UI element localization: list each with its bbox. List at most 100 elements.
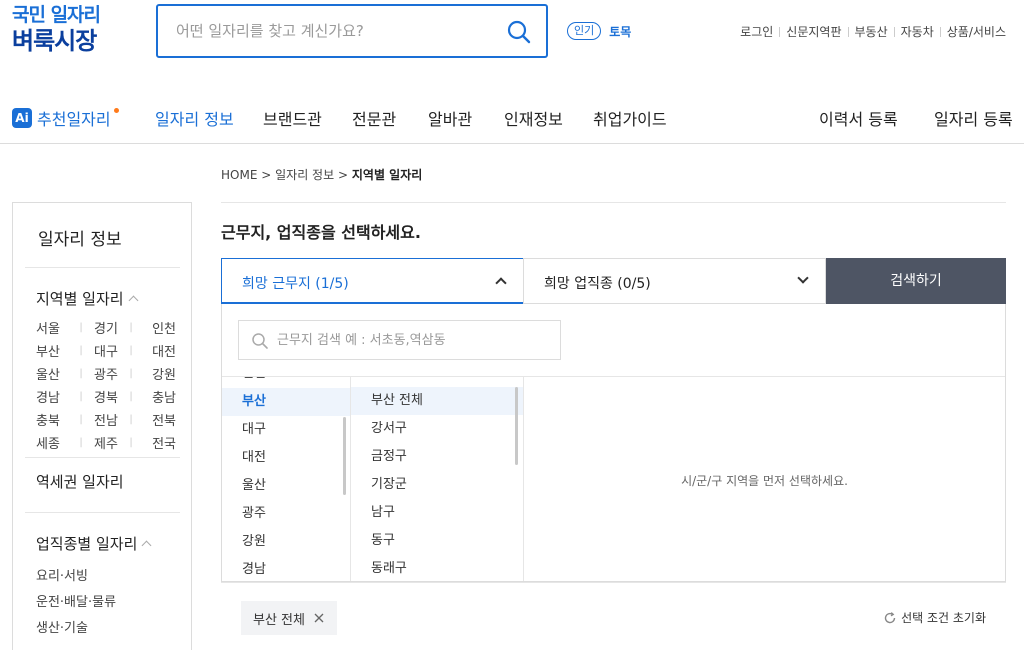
- region-link[interactable]: 광주: [86, 364, 126, 383]
- region-link[interactable]: 대전: [136, 341, 176, 360]
- occupation-link[interactable]: 운전·배달·물류: [36, 591, 116, 617]
- page-title: 근무지, 업직종을 선택하세요.: [221, 223, 421, 242]
- ai-icon: Ai: [12, 108, 32, 128]
- nav-ai-label: 추천일자리: [37, 110, 111, 129]
- region-link[interactable]: 울산: [36, 364, 76, 383]
- occupation-list: 요리·서빙 운전·배달·물류 생산·기술: [36, 565, 116, 643]
- divider: [847, 26, 849, 37]
- district-option[interactable]: 금정구: [351, 443, 523, 471]
- logo-line1: 국민 일자리: [12, 4, 101, 26]
- breadcrumb-home[interactable]: HOME: [221, 168, 257, 182]
- province-list[interactable]: 인천 부산 대구 대전 울산 광주 강원 경남: [222, 377, 351, 581]
- chevron-down-icon: [797, 272, 809, 284]
- sidebar-station-heading[interactable]: 역세권 일자리: [36, 471, 124, 492]
- area-filter-label: 희망 근무지 (1/5): [242, 276, 349, 292]
- selected-chip-label: 부산 전체: [253, 612, 305, 628]
- region-link[interactable]: 경남: [36, 387, 76, 406]
- district-option-selected[interactable]: 부산 전체: [351, 387, 523, 415]
- district-option[interactable]: 동구: [351, 527, 523, 555]
- nav-career-guide[interactable]: 취업가이드: [593, 106, 667, 130]
- main-search-input[interactable]: [176, 18, 496, 44]
- popular-keyword[interactable]: 인기 토목: [567, 22, 631, 40]
- region-link[interactable]: 전국: [136, 433, 176, 452]
- refresh-icon: [884, 611, 896, 623]
- district-option[interactable]: 남구: [351, 499, 523, 527]
- new-dot-icon: [113, 107, 119, 113]
- selected-conditions: 부산 전체 선택 조건 초기화: [221, 582, 1006, 650]
- district-list[interactable]: 부산 전체 강서구 금정구 기장군 남구 동구 동래구: [351, 377, 524, 581]
- area-filter-toggle[interactable]: 희망 근무지 (1/5): [221, 258, 524, 304]
- car-link[interactable]: 자동차: [901, 23, 934, 40]
- region-link[interactable]: 세종: [36, 433, 76, 452]
- divider: [893, 26, 895, 37]
- district-scrollbar[interactable]: [515, 387, 518, 465]
- region-link[interactable]: 부산: [36, 341, 76, 360]
- occupation-link[interactable]: 생산·기술: [36, 617, 116, 643]
- district-option[interactable]: 동래구: [351, 555, 523, 581]
- newspaper-region-link[interactable]: 신문지역판: [786, 23, 841, 40]
- occupation-link[interactable]: 요리·서빙: [36, 565, 116, 591]
- region-row: 서울 | 경기 | 인천: [36, 316, 176, 339]
- province-option[interactable]: 인천: [222, 377, 350, 388]
- nav-resume-register[interactable]: 이력서 등록: [819, 106, 898, 130]
- logo[interactable]: 국민 일자리 벼룩시장: [12, 4, 101, 54]
- sidebar-occupation-heading[interactable]: 업직종별 일자리: [36, 533, 152, 554]
- region-link[interactable]: 제주: [86, 433, 126, 452]
- sidebar-region-heading-label: 지역별 일자리: [36, 290, 124, 308]
- search-icon[interactable]: [506, 19, 532, 45]
- province-option[interactable]: 강원: [222, 528, 350, 556]
- popular-badge: 인기: [567, 22, 602, 40]
- region-link[interactable]: 인천: [136, 318, 176, 337]
- province-option[interactable]: 대구: [222, 416, 350, 444]
- breadcrumb-current: 지역별 일자리: [351, 168, 423, 182]
- region-link[interactable]: 전북: [136, 410, 176, 429]
- reset-conditions-button[interactable]: 선택 조건 초기화: [883, 609, 986, 626]
- region-link[interactable]: 대구: [86, 341, 126, 360]
- nav-expert[interactable]: 전문관: [352, 106, 396, 130]
- province-option[interactable]: 울산: [222, 472, 350, 500]
- nav-job-info[interactable]: 일자리 정보: [155, 106, 234, 130]
- filter-bar: 희망 근무지 (1/5) 희망 업직종 (0/5) 검색하기: [221, 258, 1006, 304]
- region-link[interactable]: 충남: [136, 387, 176, 406]
- chevron-up-icon: [495, 277, 507, 289]
- nav-brand[interactable]: 브랜드관: [263, 106, 322, 130]
- popular-keyword-text[interactable]: 토목: [609, 23, 631, 40]
- region-row: 경남 | 경북 | 충남: [36, 385, 176, 408]
- district-option[interactable]: 강서구: [351, 415, 523, 443]
- sidebar-title: 일자리 정보: [38, 230, 122, 250]
- nav-alba[interactable]: 알바관: [428, 106, 472, 130]
- main-nav: Ai 추천일자리 일자리 정보 브랜드관 전문관 알바관 인재정보 취업가이드 …: [0, 92, 1024, 144]
- nav-job-register[interactable]: 일자리 등록: [934, 106, 1013, 130]
- nav-talent[interactable]: 인재정보: [504, 106, 563, 130]
- region-link[interactable]: 경북: [86, 387, 126, 406]
- real-estate-link[interactable]: 부동산: [855, 23, 888, 40]
- breadcrumb: HOME > 일자리 정보 > 지역별 일자리: [221, 166, 422, 183]
- region-link[interactable]: 서울: [36, 318, 76, 337]
- area-search-input[interactable]: [277, 330, 547, 350]
- job-filter-toggle[interactable]: 희망 업직종 (0/5): [523, 258, 826, 304]
- breadcrumb-sep: >: [261, 168, 272, 182]
- search-submit-button[interactable]: 검색하기: [826, 258, 1006, 304]
- close-icon[interactable]: [313, 612, 325, 624]
- sidebar-region-heading[interactable]: 지역별 일자리: [36, 288, 139, 309]
- province-list-items: 인천 부산 대구 대전 울산 광주 강원 경남: [222, 377, 350, 581]
- nav-ai-recommend[interactable]: Ai 추천일자리: [12, 106, 119, 130]
- chevron-up-icon: [128, 295, 139, 306]
- province-option[interactable]: 경남: [222, 556, 350, 581]
- login-link[interactable]: 로그인: [740, 23, 773, 40]
- region-row: 충북 | 전남 | 전북: [36, 408, 176, 431]
- region-link[interactable]: 충북: [36, 410, 76, 429]
- region-link[interactable]: 경기: [86, 318, 126, 337]
- district-option[interactable]: 기장군: [351, 471, 523, 499]
- area-search-box: [238, 320, 561, 360]
- province-option[interactable]: 대전: [222, 444, 350, 472]
- province-option[interactable]: 광주: [222, 500, 350, 528]
- province-scrollbar[interactable]: [343, 417, 346, 495]
- sidebar-occupation-heading-label: 업직종별 일자리: [36, 535, 138, 553]
- search-icon: [252, 333, 268, 349]
- breadcrumb-level1[interactable]: 일자리 정보: [275, 168, 334, 182]
- region-link[interactable]: 전남: [86, 410, 126, 429]
- region-link[interactable]: 강원: [136, 364, 176, 383]
- province-option-selected[interactable]: 부산: [222, 388, 350, 416]
- goods-service-link[interactable]: 상품/서비스: [947, 23, 1006, 40]
